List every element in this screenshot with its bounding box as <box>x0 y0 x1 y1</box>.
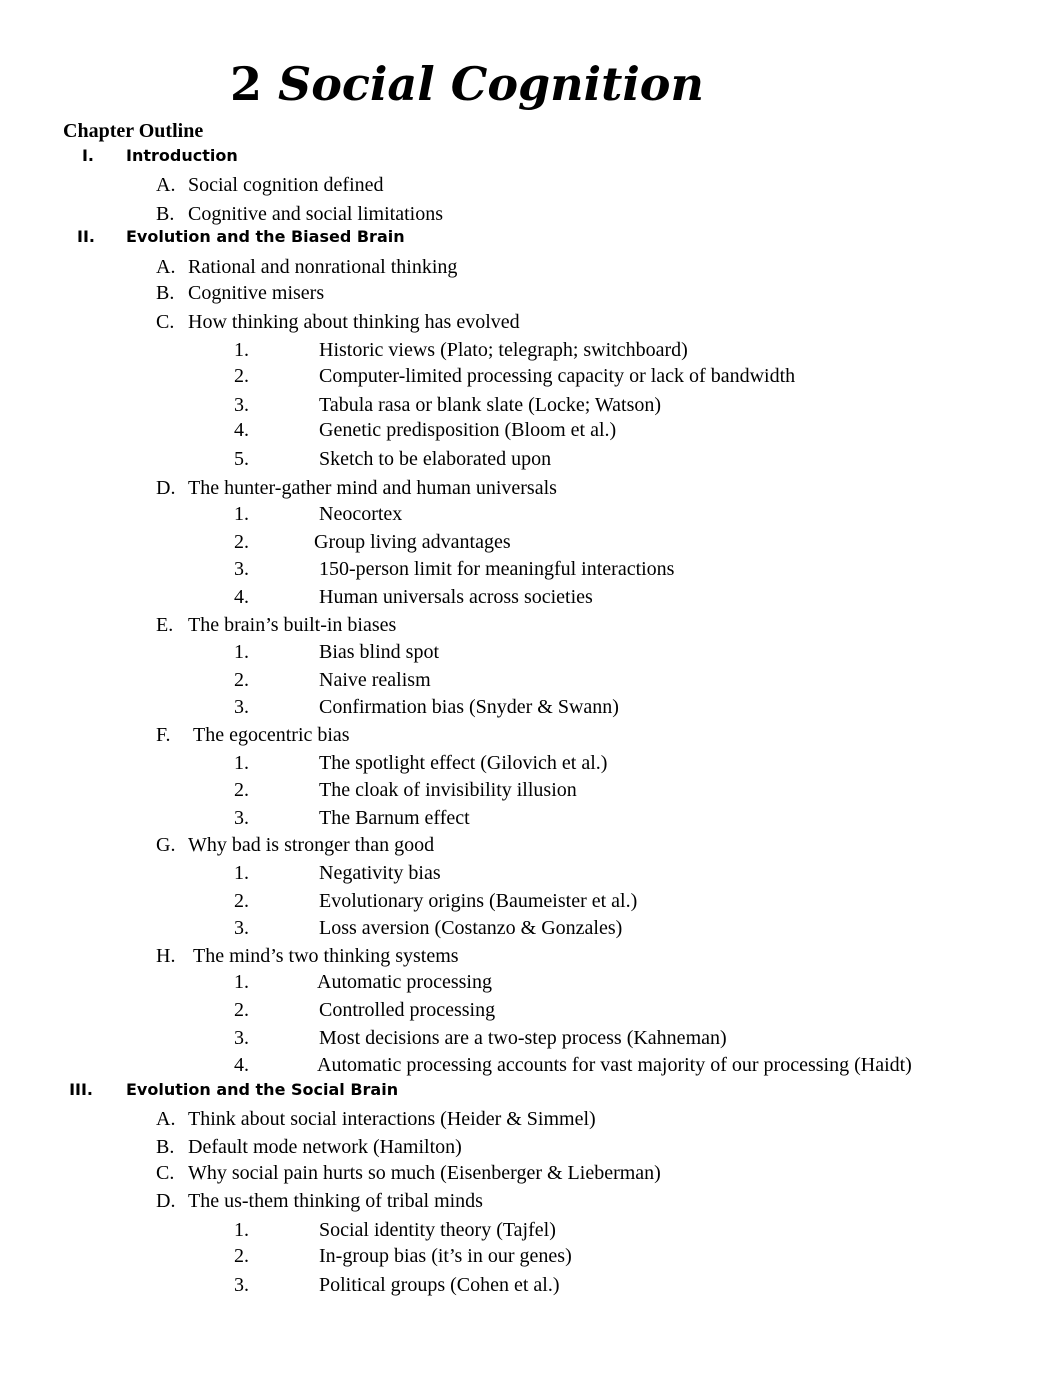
subitem-label: Tabula rasa or blank slate (Locke; Watso… <box>319 394 662 416</box>
item-letter: B. <box>156 203 175 225</box>
item-letter: D. <box>156 1190 176 1212</box>
subitem-label: Evolutionary origins (Baumeister et al.) <box>319 890 638 912</box>
subitem-number: 1. <box>234 752 249 774</box>
subitem-label: Historic views (Plato; telegraph; switch… <box>319 339 688 361</box>
subitem-number: 3. <box>234 807 249 829</box>
section-title: Evolution and the Social Brain <box>126 1080 399 1099</box>
subitem-number: 2. <box>234 999 249 1021</box>
subitem-label: Sketch to be elaborated upon <box>319 448 552 470</box>
outline-heading: Chapter Outline <box>63 120 204 142</box>
subitem-number: 1. <box>234 971 249 993</box>
section-title: Introduction <box>126 146 238 165</box>
item-letter: A. <box>156 174 176 196</box>
item-label: How thinking about thinking has evolved <box>188 311 520 333</box>
item-letter: D. <box>156 477 176 499</box>
subitem-number: 3. <box>234 394 249 416</box>
subitem-number: 2. <box>234 365 249 387</box>
item-letter: B. <box>156 1136 175 1158</box>
subitem-number: 1. <box>234 862 249 884</box>
subitem-number: 3. <box>234 1274 249 1296</box>
roman-numeral: III. <box>69 1080 93 1099</box>
item-letter: H. <box>156 945 176 967</box>
section-title: Evolution and the Biased Brain <box>126 227 405 246</box>
chapter-title: 2 Social Cognition <box>230 56 704 112</box>
item-label: Why social pain hurts so much (Eisenberg… <box>188 1162 661 1184</box>
subitem-label: Automatic processing <box>317 971 492 993</box>
subitem-label: Most decisions are a two-step process (K… <box>319 1027 727 1049</box>
item-label: Cognitive and social limitations <box>188 203 443 225</box>
item-letter: B. <box>156 282 175 304</box>
item-label: The brain’s built-in biases <box>188 614 397 636</box>
subitem-label: Negativity bias <box>319 862 441 884</box>
item-letter: A. <box>156 256 176 278</box>
subitem-number: 3. <box>234 558 249 580</box>
subitem-label: Automatic processing accounts for vast m… <box>317 1054 912 1076</box>
subitem-label: In-group bias (it’s in our genes) <box>319 1245 572 1267</box>
subitem-number: 4. <box>234 586 249 608</box>
subitem-number: 1. <box>234 503 249 525</box>
item-letter: A. <box>156 1108 176 1130</box>
subitem-label: The spotlight effect (Gilovich et al.) <box>319 752 608 774</box>
subitem-label: The Barnum effect <box>319 807 470 829</box>
subitem-number: 2. <box>234 1245 249 1267</box>
subitem-label: Computer-limited processing capacity or … <box>319 365 796 387</box>
subitem-number: 4. <box>234 1054 249 1076</box>
subitem-number: 1. <box>234 1219 249 1241</box>
subitem-number: 3. <box>234 1027 249 1049</box>
roman-numeral: II. <box>77 227 95 246</box>
item-label: Think about social interactions (Heider … <box>188 1108 596 1130</box>
subitem-label: Genetic predisposition (Bloom et al.) <box>319 419 617 441</box>
subitem-label: Group living advantages <box>314 531 511 553</box>
subitem-number: 3. <box>234 917 249 939</box>
subitem-number: 1. <box>234 339 249 361</box>
subitem-label: Bias blind spot <box>319 641 440 663</box>
item-label: The hunter-gather mind and human univers… <box>188 477 557 499</box>
subitem-number: 1. <box>234 641 249 663</box>
subitem-label: Political groups (Cohen et al.) <box>319 1274 560 1296</box>
item-label: Why bad is stronger than good <box>188 834 435 856</box>
subitem-label: Controlled processing <box>319 999 496 1021</box>
subitem-label: Naive realism <box>319 669 431 691</box>
item-letter: G. <box>156 834 176 856</box>
item-label: The us-them thinking of tribal minds <box>188 1190 483 1212</box>
subitem-number: 4. <box>234 419 249 441</box>
item-letter: E. <box>156 614 174 636</box>
subitem-label: Human universals across societies <box>319 586 593 608</box>
subitem-number: 5. <box>234 448 249 470</box>
chapter-title-text: Social Cognition <box>278 57 704 111</box>
item-letter: C. <box>156 1162 175 1184</box>
item-label: Default mode network (Hamilton) <box>188 1136 462 1158</box>
item-label: The egocentric bias <box>193 724 350 746</box>
chapter-number: 2 <box>230 57 263 111</box>
subitem-label: The cloak of invisibility illusion <box>319 779 577 801</box>
item-letter: C. <box>156 311 175 333</box>
subitem-number: 2. <box>234 531 249 553</box>
subitem-number: 3. <box>234 696 249 718</box>
document-page: 2 Social Cognition Chapter Outline I. Int… <box>0 0 1062 1377</box>
item-letter: F. <box>156 724 171 746</box>
subitem-label: Neocortex <box>319 503 403 525</box>
subitem-label: 150-person limit for meaningful interact… <box>319 558 675 580</box>
item-label: The mind’s two thinking systems <box>193 945 459 967</box>
roman-numeral: I. <box>81 146 94 165</box>
subitem-number: 2. <box>234 669 249 691</box>
item-label: Social cognition defined <box>188 174 384 196</box>
subitem-number: 2. <box>234 779 249 801</box>
subitem-label: Confirmation bias (Snyder & Swann) <box>319 696 619 718</box>
subitem-number: 2. <box>234 890 249 912</box>
subitem-label: Social identity theory (Tajfel) <box>319 1219 556 1241</box>
item-label: Rational and nonrational thinking <box>188 256 458 278</box>
subitem-label: Loss aversion (Costanzo & Gonzales) <box>319 917 623 939</box>
item-label: Cognitive misers <box>188 282 325 304</box>
